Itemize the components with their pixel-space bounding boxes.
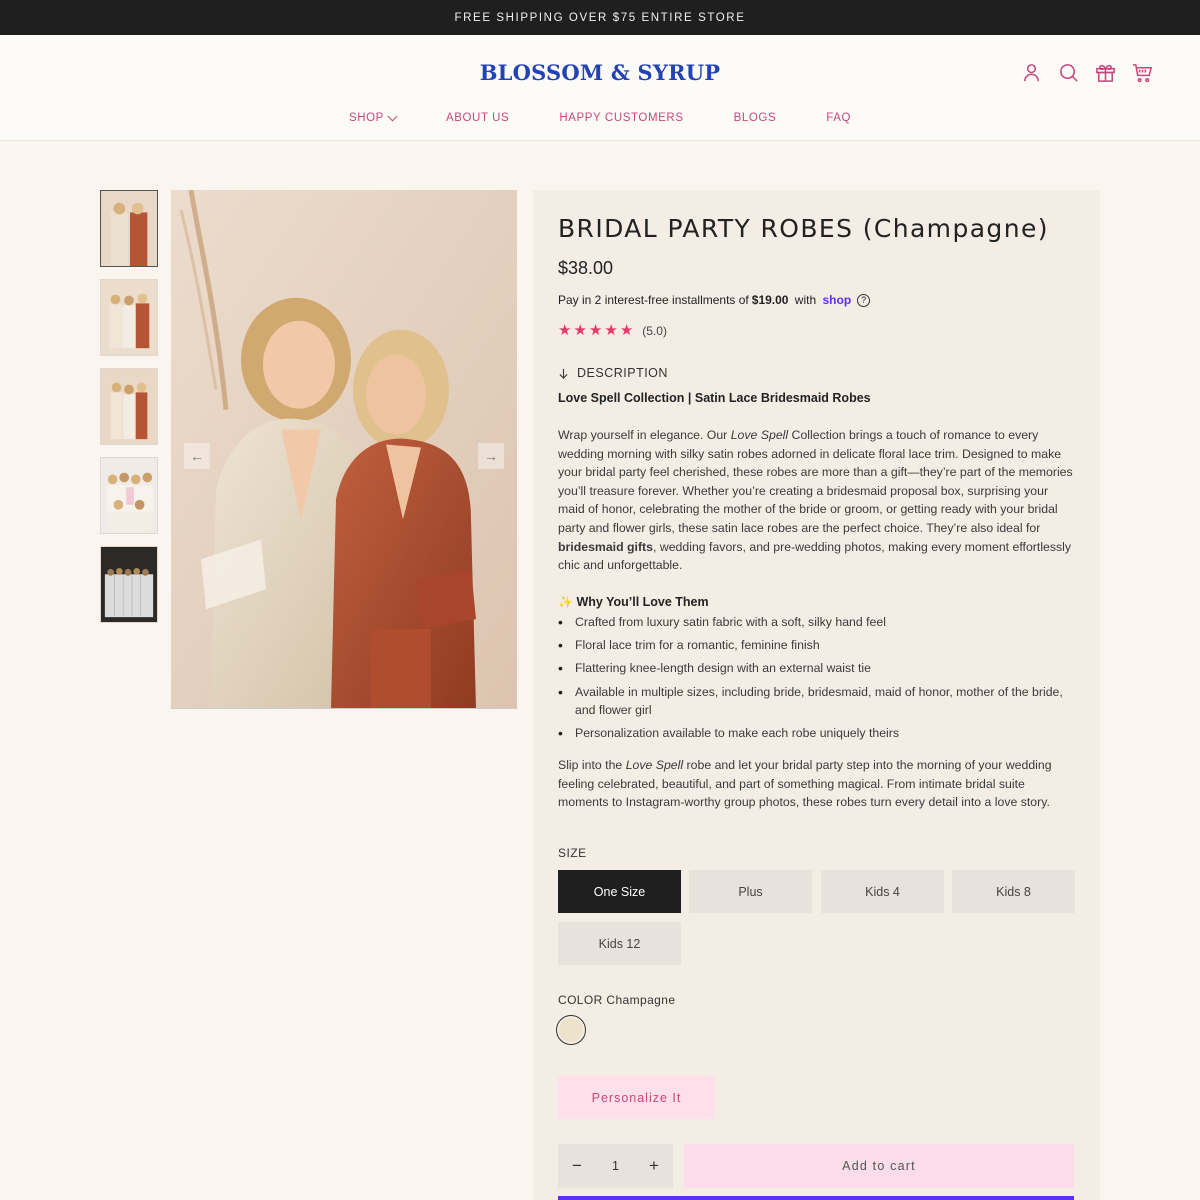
thumbnail-4[interactable] (100, 457, 158, 534)
description-toggle-label: DESCRIPTION (577, 366, 668, 380)
list-item: Available in multiple sizes, including b… (558, 683, 1073, 720)
color-swatch-champagne[interactable] (556, 1015, 586, 1045)
nav-shop-label: SHOP (348, 112, 384, 124)
nav-about-us[interactable]: ABOUT US (421, 112, 534, 124)
list-item: Flattering knee-length design with an ex… (558, 659, 1073, 678)
shop-pay-logo: shop (822, 293, 852, 307)
nav-faq[interactable]: FAQ (801, 112, 876, 124)
announcement-text: FREE SHIPPING OVER $75 ENTIRE STORE (454, 11, 746, 24)
image-next-arrow-icon[interactable]: → (478, 443, 504, 469)
why-heading: ✨ Why You’ll Love Them (558, 595, 709, 609)
installments-with: with (791, 293, 820, 307)
product-price: $38.00 (558, 258, 614, 278)
plus-icon[interactable]: + (647, 1156, 661, 1176)
announcement-bar: FREE SHIPPING OVER $75 ENTIRE STORE (0, 0, 1200, 35)
header-icons (1020, 61, 1154, 84)
description-paragraph-1: Wrap yourself in elegance. Our Love Spel… (558, 426, 1073, 575)
nav-happy-customers[interactable]: HAPPY CUSTOMERS (534, 112, 708, 124)
size-option-kids-4[interactable]: Kids 4 (821, 870, 944, 913)
product-title: BRIDAL PARTY ROBES (Champagne) (558, 214, 1049, 243)
quantity-stepper: − 1 + (558, 1144, 673, 1188)
search-icon[interactable] (1057, 61, 1080, 84)
installments-text: Pay in 2 interest-free installments of (558, 293, 749, 307)
installment-amount: $19.00 (751, 293, 789, 307)
shop-pay-button[interactable] (558, 1196, 1074, 1200)
description-paragraph-2: Slip into the Love Spell robe and let yo… (558, 756, 1073, 812)
star-icon: ★ (588, 322, 603, 339)
quantity-value[interactable]: 1 (612, 1159, 619, 1173)
site-header: BLOSSOM & SYRUP SHOP ABOUT US HAPPY CUST… (0, 35, 1200, 141)
thumbnail-3[interactable] (100, 368, 158, 445)
nav-shop[interactable]: SHOP (324, 111, 421, 124)
star-icon: ★ (573, 322, 587, 339)
star-icon: ★ (619, 322, 634, 339)
list-item: Crafted from luxury satin fabric with a … (558, 613, 1073, 632)
help-icon[interactable]: ? (857, 293, 871, 307)
color-label: COLOR Champagne (558, 993, 676, 1007)
personalize-button[interactable]: Personalize It (558, 1076, 715, 1119)
size-option-one-size[interactable]: One Size (558, 870, 681, 913)
list-item: Personalization available to make each r… (558, 724, 1073, 743)
description-toggle[interactable]: DESCRIPTION (558, 366, 668, 380)
image-prev-arrow-icon[interactable]: ← (184, 443, 210, 469)
sparkle-icon: ✨ (558, 595, 573, 609)
thumbnail-2[interactable] (100, 279, 158, 356)
text-segment: Wrap yourself in elegance. Our (558, 428, 731, 442)
thumbnail-list (100, 190, 158, 635)
text-emphasis: Love Spell (625, 758, 684, 772)
feature-list: Crafted from luxury satin fabric with a … (558, 613, 1073, 748)
arrow-down-icon (559, 368, 568, 379)
gift-icon[interactable] (1094, 61, 1117, 84)
text-strong: bridesmaid gifts (558, 539, 653, 554)
main-nav: SHOP ABOUT US HAPPY CUSTOMERS BLOGS FAQ (0, 111, 1200, 124)
star-icon: ★ (604, 322, 618, 339)
nav-blogs[interactable]: BLOGS (709, 112, 802, 124)
why-heading-text: Why You’ll Love Them (576, 595, 709, 609)
product-main-image[interactable] (171, 190, 517, 709)
list-item: Floral lace trim for a romantic, feminin… (558, 636, 1073, 655)
thumbnail-1[interactable] (100, 190, 158, 267)
chevron-down-icon (387, 111, 398, 121)
size-label: SIZE (558, 846, 587, 860)
size-option-plus[interactable]: Plus (689, 870, 812, 913)
text-segment: Collection brings a touch of romance to … (558, 428, 1073, 535)
size-option-kids-12[interactable]: Kids 12 (558, 922, 681, 965)
cart-icon[interactable] (1131, 61, 1154, 84)
add-to-cart-button[interactable]: Add to cart (684, 1144, 1074, 1188)
product-rating[interactable]: ★ ★ ★ ★ ★ (5.0) (558, 323, 667, 338)
installments-info: Pay in 2 interest-free installments of $… (558, 293, 871, 307)
product-info-panel: BRIDAL PARTY ROBES (Champagne) $38.00 Pa… (533, 190, 1100, 1200)
swatch-fill (559, 1018, 583, 1042)
rating-text: (5.0) (642, 323, 667, 338)
collection-heading: Love Spell Collection | Satin Lace Bride… (558, 391, 871, 405)
star-icon: ★ (558, 322, 572, 339)
account-icon[interactable] (1020, 61, 1043, 84)
thumbnail-5[interactable] (100, 546, 158, 623)
text-segment: Slip into the (558, 758, 626, 772)
text-emphasis: Love Spell (730, 428, 789, 442)
minus-icon[interactable]: − (570, 1156, 584, 1176)
size-option-kids-8[interactable]: Kids 8 (952, 870, 1075, 913)
